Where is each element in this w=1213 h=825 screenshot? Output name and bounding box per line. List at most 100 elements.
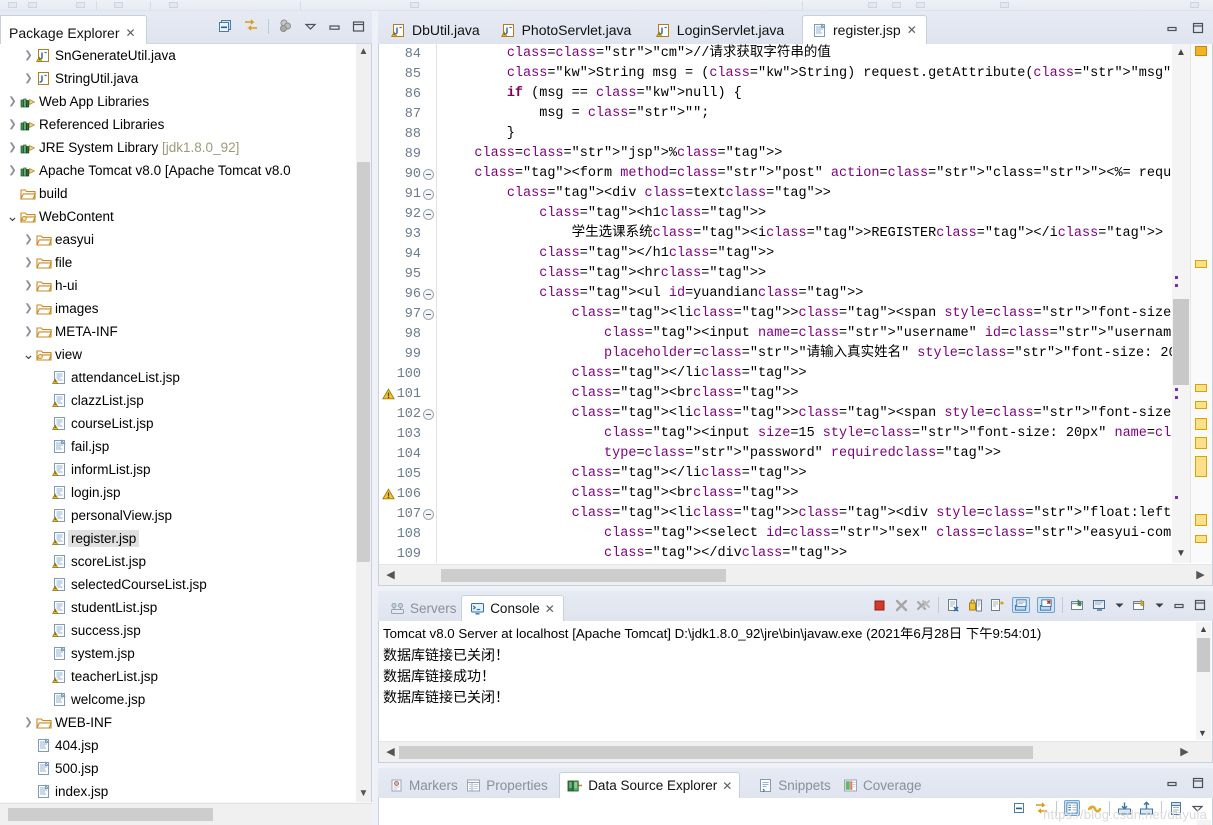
tree-item-404-jsp[interactable]: 404.jsp [0,734,371,757]
fold-collapse-icon[interactable] [423,408,434,420]
toolbar-icon-5[interactable] [169,2,178,8]
display-selected-console-menu-icon[interactable] [1114,600,1125,611]
editor-horizontal-scrollbar[interactable]: ◀ ▶ [379,564,1212,585]
close-icon[interactable]: ✕ [126,26,136,40]
tree-item-attendancelist-jsp[interactable]: attendanceList.jsp [0,366,371,389]
toolbar-icon-3[interactable] [76,2,85,8]
console-tab-servers[interactable]: Servers [382,595,465,621]
tree-item-sngenerateutil-java[interactable]: ❯ SnGenerateUtil.java [0,44,371,67]
warning-marker-icon[interactable] [382,487,395,501]
editor-vertical-scrollbar[interactable]: ▲ ▼ [1172,44,1190,563]
tree-item-teacherlist-jsp[interactable]: teacherList.jsp [0,665,371,688]
console-vertical-scrollbar[interactable]: ▲ ▼ [1196,622,1211,740]
tree-item-500-jsp[interactable]: 500.jsp [0,757,371,780]
show-console-on-error-icon[interactable] [1037,597,1055,613]
chevron-down-icon[interactable] [303,19,318,34]
chevron-down-icon[interactable]: ⌄ [22,346,35,363]
open-console-icon[interactable] [1132,598,1147,613]
minimize-icon[interactable] [327,19,342,34]
chevron-right-icon[interactable]: ❯ [22,280,35,291]
tree-item-scorelist-jsp[interactable]: scoreList.jsp [0,550,371,573]
overview-warning-marker[interactable] [1195,437,1207,449]
minimize-icon[interactable] [1172,598,1186,612]
overview-warning-marker[interactable] [1195,418,1207,430]
tree-item-build[interactable]: build [0,182,371,205]
open-console-menu-icon[interactable] [1154,600,1165,611]
minimize-icon[interactable] [1165,776,1179,790]
editor-tab-dbutil-java[interactable]: DbUtil.java [382,16,489,44]
scroll-right-icon[interactable]: ▶ [1193,568,1208,581]
scrollbar-thumb[interactable] [399,746,1033,759]
chevron-right-icon[interactable]: ❯ [6,165,19,176]
chevron-right-icon[interactable]: ❯ [22,717,35,728]
fold-collapse-icon[interactable] [423,188,434,200]
tree-item-clazzlist-jsp[interactable]: clazzList.jsp [0,389,371,412]
overview-warning-marker[interactable] [1195,456,1207,477]
chevron-right-icon[interactable]: ❯ [22,73,35,84]
close-icon[interactable]: ✕ [907,23,917,37]
toolbar-icon-6[interactable] [410,2,419,8]
close-icon[interactable]: ✕ [722,779,732,793]
tree-item-referenced-libraries[interactable]: ❯ Referenced Libraries [0,113,371,136]
tree-item-welcome-jsp[interactable]: welcome.jsp [0,688,371,711]
tab-package-explorer[interactable]: Package Explorer ✕ [0,15,147,44]
console-horizontal-scrollbar[interactable]: ◀ ▶ [379,741,1212,762]
collapse-all-icon[interactable] [218,18,234,34]
warning-marker-icon[interactable] [382,387,395,401]
tree-item-fail-jsp[interactable]: fail.jsp [0,435,371,458]
scroll-down-icon[interactable]: ▼ [1172,545,1190,563]
tree-item-web-app-libraries[interactable]: ❯ Web App Libraries [0,90,371,113]
fold-collapse-icon[interactable] [423,508,434,520]
fold-collapse-icon[interactable] [423,288,434,300]
close-icon[interactable]: ✕ [545,602,555,616]
tree-item-register-jsp[interactable]: register.jsp [0,527,371,550]
remove-launch-icon[interactable] [894,598,909,613]
remove-all-launches-icon[interactable] [916,598,931,613]
fold-collapse-icon[interactable] [423,168,434,180]
chevron-right-icon[interactable]: ❯ [6,96,19,107]
overview-warning-marker[interactable] [1195,46,1207,56]
maximize-icon[interactable] [351,19,366,34]
scrollbar-thumb[interactable] [1173,299,1189,385]
tree-item-selectedcourselist-jsp[interactable]: selectedCourseList.jsp [0,573,371,596]
bottom-tab-properties[interactable]: Properties [459,772,555,798]
toolbar-run-icon[interactable] [868,2,877,8]
toolbar-icon-9[interactable] [1000,2,1009,8]
toolbar-icon-7[interactable] [892,2,901,8]
toolbar-icon-2[interactable] [28,2,37,8]
overview-warning-marker[interactable] [1195,535,1207,543]
editor-tab-register-jsp[interactable]: register.jsp ✕ [802,15,927,44]
tree-item-personalview-jsp[interactable]: personalView.jsp [0,504,371,527]
toolbar-icon-1[interactable] [8,2,17,8]
pin-console-icon[interactable] [1070,598,1085,613]
terminate-icon[interactable] [872,598,887,613]
tree-item-apache-tomcat-v8-0-apache-tomcat-v8-0[interactable]: ❯ Apache Tomcat v8.0 [Apache Tomcat v8.0 [0,159,371,182]
maximize-icon[interactable] [1191,21,1205,35]
chevron-right-icon[interactable]: ❯ [22,326,35,337]
chevron-right-icon[interactable]: ❯ [22,303,35,314]
tree-item-view[interactable]: ⌄ view [0,343,371,366]
tree-item-file[interactable]: ❯ file [0,251,371,274]
tree-item-meta-inf[interactable]: ❯ META-INF [0,320,371,343]
chevron-right-icon[interactable]: ❯ [22,234,35,245]
scroll-down-icon[interactable]: ▼ [1196,726,1209,740]
scroll-lock-icon[interactable] [968,598,983,613]
tree-item-jre-system-library[interactable]: ❯ JRE System Library [jdk1.8.0_92] [0,136,371,159]
project-tree[interactable]: ❯ SnGenerateUtil.java ❯ StringUtil.java ❯ Web… [0,44,372,802]
word-wrap-icon[interactable] [990,598,1005,613]
minimize-icon[interactable] [1165,21,1179,35]
tree-item-success-jsp[interactable]: success.jsp [0,619,371,642]
overview-warning-marker[interactable] [1195,260,1207,268]
tree-item-index-jsp[interactable]: index.jsp [0,780,371,802]
editor-tab-photoservlet-java[interactable]: PhotoServlet.java [492,16,641,44]
bottom-tab-coverage[interactable]: Coverage [836,772,929,798]
toolbar-icon-8[interactable] [916,2,925,8]
scrollbar-thumb[interactable] [1197,638,1210,672]
chevron-right-icon[interactable]: ❯ [6,119,19,130]
show-console-on-output-icon[interactable] [1012,597,1030,613]
maximize-icon[interactable] [1191,776,1205,790]
overview-warning-marker[interactable] [1195,514,1207,526]
chevron-right-icon[interactable]: ❯ [22,50,35,61]
bottom-tab-data-source-explorer[interactable]: Data Source Explorer ✕ [559,772,741,798]
chevron-right-icon[interactable]: ❯ [22,257,35,268]
